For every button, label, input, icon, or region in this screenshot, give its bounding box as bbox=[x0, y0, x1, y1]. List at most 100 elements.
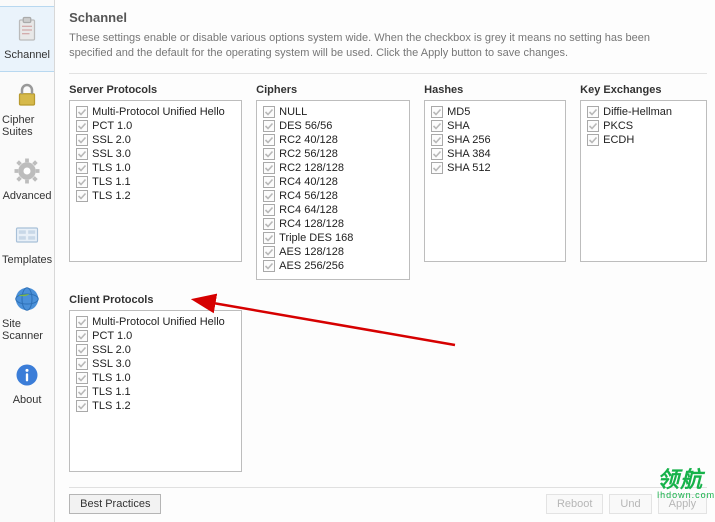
ciphers-group: Ciphers NULL DES 56/56 RC2 40/128 RC2 56/12… bbox=[256, 84, 410, 280]
checkbox-label: NULL bbox=[279, 106, 307, 118]
sidebar-item-about[interactable]: About bbox=[0, 352, 54, 416]
watermark-brand: 领航 bbox=[657, 467, 703, 492]
checkbox-item[interactable]: TLS 1.2 bbox=[76, 399, 235, 413]
clipboard-icon bbox=[9, 15, 45, 45]
und-button[interactable]: Und bbox=[609, 494, 651, 514]
checkbox-label: PCT 1.0 bbox=[92, 120, 132, 132]
checkbox-box bbox=[431, 162, 443, 174]
checkbox-item[interactable]: PCT 1.0 bbox=[76, 329, 235, 343]
lock-icon bbox=[9, 80, 45, 110]
checkbox-item[interactable]: Diffie-Hellman bbox=[587, 105, 700, 119]
checkbox-label: Triple DES 168 bbox=[279, 232, 353, 244]
sidebar-item-label: Schannel bbox=[4, 49, 50, 61]
checkbox-item[interactable]: RC4 40/128 bbox=[263, 175, 403, 189]
sidebar-item-label: Advanced bbox=[3, 190, 52, 202]
client-row: Client Protocols Multi-Protocol Unified … bbox=[69, 294, 707, 472]
checkbox-label: RC2 56/128 bbox=[279, 148, 338, 160]
sidebar-item-cipher-suites[interactable]: Cipher Suites bbox=[0, 72, 54, 148]
ciphers-list: NULL DES 56/56 RC2 40/128 RC2 56/128RC2 128… bbox=[256, 100, 410, 280]
client-protocols-group: Client Protocols Multi-Protocol Unified … bbox=[69, 294, 242, 472]
checkbox-box bbox=[431, 106, 443, 118]
group-title: Hashes bbox=[424, 84, 566, 96]
checkbox-item[interactable]: Triple DES 168 bbox=[263, 231, 403, 245]
checkbox-item[interactable]: SSL 3.0 bbox=[76, 147, 235, 161]
checkbox-label: TLS 1.2 bbox=[92, 190, 131, 202]
checkbox-label: TLS 1.1 bbox=[92, 176, 131, 188]
checkbox-item[interactable]: TLS 1.0 bbox=[76, 161, 235, 175]
checkbox-item[interactable]: ECDH bbox=[587, 133, 700, 147]
server-protocols-list: Multi-Protocol Unified Hello PCT 1.0SSL 2… bbox=[69, 100, 242, 262]
checkbox-item[interactable]: TLS 1.2 bbox=[76, 189, 235, 203]
server-protocols-group: Server Protocols Multi-Protocol Unified … bbox=[69, 84, 242, 280]
checkbox-label: RC4 128/128 bbox=[279, 218, 344, 230]
checkbox-item[interactable]: AES 128/128 bbox=[263, 245, 403, 259]
checkbox-item[interactable]: NULL bbox=[263, 105, 403, 119]
watermark-sub: lhdown.com bbox=[657, 490, 715, 500]
sidebar-item-label: Cipher Suites bbox=[2, 114, 52, 138]
sidebar-item-templates[interactable]: Templates bbox=[0, 212, 54, 276]
best-practices-button[interactable]: Best Practices bbox=[69, 494, 161, 514]
checkbox-label: AES 128/128 bbox=[279, 246, 344, 258]
checkbox-box bbox=[76, 106, 88, 118]
top-groups-row: Server Protocols Multi-Protocol Unified … bbox=[69, 84, 707, 280]
checkbox-item[interactable]: DES 56/56 bbox=[263, 119, 403, 133]
divider bbox=[69, 73, 707, 74]
checkbox-item[interactable]: PCT 1.0 bbox=[76, 119, 235, 133]
checkbox-box bbox=[76, 134, 88, 146]
checkbox-item[interactable]: RC4 128/128 bbox=[263, 217, 403, 231]
checkbox-item[interactable]: SSL 2.0 bbox=[76, 343, 235, 357]
sidebar-item-label: Site Scanner bbox=[2, 318, 52, 342]
checkbox-box bbox=[431, 120, 443, 132]
globe-icon bbox=[9, 284, 45, 314]
checkbox-item[interactable]: RC2 40/128 bbox=[263, 133, 403, 147]
checkbox-item[interactable]: RC4 56/128 bbox=[263, 189, 403, 203]
checkbox-item[interactable]: TLS 1.1 bbox=[76, 175, 235, 189]
gear-icon bbox=[9, 156, 45, 186]
checkbox-item[interactable]: RC2 56/128 bbox=[263, 147, 403, 161]
page-title: Schannel bbox=[69, 10, 707, 25]
checkbox-box bbox=[76, 148, 88, 160]
checkbox-item[interactable]: Multi-Protocol Unified Hello bbox=[76, 315, 235, 329]
checkbox-item[interactable]: TLS 1.1 bbox=[76, 385, 235, 399]
checkbox-box bbox=[76, 162, 88, 174]
checkbox-box bbox=[263, 162, 275, 174]
checkbox-item[interactable]: SSL 3.0 bbox=[76, 357, 235, 371]
checkbox-item[interactable]: TLS 1.0 bbox=[76, 371, 235, 385]
checkbox-item[interactable]: AES 256/256 bbox=[263, 259, 403, 273]
checkbox-label: SSL 3.0 bbox=[92, 358, 131, 370]
checkbox-box bbox=[431, 134, 443, 146]
checkbox-item[interactable]: RC2 128/128 bbox=[263, 161, 403, 175]
checkbox-box bbox=[587, 134, 599, 146]
checkbox-item[interactable]: RC4 64/128 bbox=[263, 203, 403, 217]
client-protocols-list: Multi-Protocol Unified HelloPCT 1.0SSL 2… bbox=[69, 310, 242, 472]
sidebar-item-advanced[interactable]: Advanced bbox=[0, 148, 54, 212]
checkbox-label: ECDH bbox=[603, 134, 634, 146]
checkbox-item[interactable]: MD5 bbox=[431, 105, 559, 119]
group-title: Ciphers bbox=[256, 84, 410, 96]
checkbox-label: Multi-Protocol Unified Hello bbox=[92, 106, 225, 118]
checkbox-item[interactable]: SHA 256 bbox=[431, 133, 559, 147]
checkbox-label: RC2 40/128 bbox=[279, 134, 338, 146]
checkbox-box bbox=[76, 400, 88, 412]
checkbox-label: SHA 384 bbox=[447, 148, 490, 160]
checkbox-label: DES 56/56 bbox=[279, 120, 332, 132]
sidebar-item-site-scanner[interactable]: Site Scanner bbox=[0, 276, 54, 352]
checkbox-box bbox=[431, 148, 443, 160]
checkbox-label: SSL 2.0 bbox=[92, 344, 131, 356]
checkbox-item[interactable]: SHA bbox=[431, 119, 559, 133]
checkbox-item[interactable]: SSL 2.0 bbox=[76, 133, 235, 147]
checkbox-box bbox=[263, 148, 275, 160]
checkbox-item[interactable]: Multi-Protocol Unified Hello bbox=[76, 105, 235, 119]
checkbox-label: SHA bbox=[447, 120, 470, 132]
sidebar-item-schannel[interactable]: Schannel bbox=[0, 6, 54, 72]
main-panel: Schannel These settings enable or disabl… bbox=[55, 0, 715, 522]
checkbox-box bbox=[263, 246, 275, 258]
checkbox-label: MD5 bbox=[447, 106, 470, 118]
checkbox-item[interactable]: SHA 384 bbox=[431, 147, 559, 161]
checkbox-label: RC4 56/128 bbox=[279, 190, 338, 202]
checkbox-item[interactable]: SHA 512 bbox=[431, 161, 559, 175]
reboot-button[interactable]: Reboot bbox=[546, 494, 603, 514]
checkbox-item[interactable]: PKCS bbox=[587, 119, 700, 133]
checkbox-box bbox=[263, 190, 275, 202]
checkbox-label: TLS 1.0 bbox=[92, 162, 131, 174]
